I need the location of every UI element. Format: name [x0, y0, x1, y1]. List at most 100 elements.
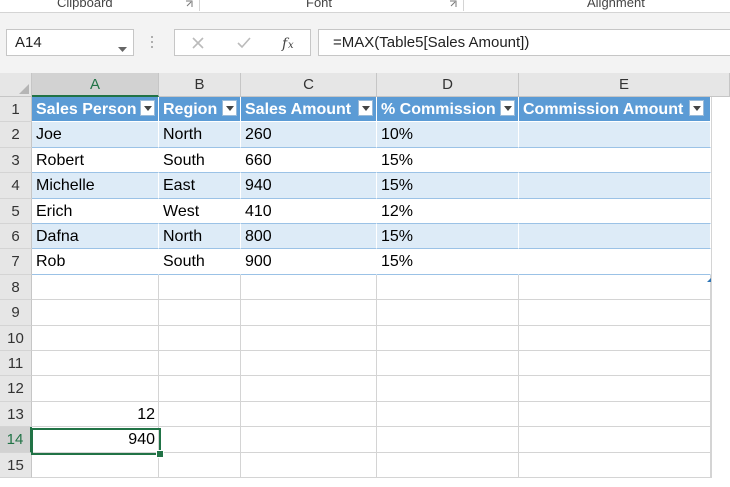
cell-e7[interactable]: [519, 249, 711, 275]
cell-d11[interactable]: [377, 351, 519, 377]
cell-a10[interactable]: [32, 325, 159, 351]
row-header-10[interactable]: 10: [0, 325, 32, 351]
cell-c15[interactable]: [241, 452, 377, 478]
cell-c8[interactable]: [241, 274, 377, 301]
table-header-cell[interactable]: Sales Amount: [241, 97, 377, 123]
cell-e3[interactable]: [519, 147, 711, 174]
cell-c9[interactable]: [241, 300, 377, 326]
cell-e6[interactable]: [519, 224, 711, 250]
cell-d12[interactable]: [377, 376, 519, 402]
cell-d3[interactable]: 15%: [377, 147, 519, 174]
cell-a7[interactable]: Rob: [32, 249, 159, 275]
column-header-c[interactable]: C: [241, 73, 377, 97]
cell-b14[interactable]: [159, 427, 241, 453]
formula-input[interactable]: =MAX(Table5[Sales Amount]): [318, 29, 730, 56]
formula-bar-grip-icon[interactable]: [150, 34, 154, 50]
row-header-5[interactable]: 5: [0, 198, 32, 224]
cell-e13[interactable]: [519, 401, 711, 428]
row-header-11[interactable]: 11: [0, 351, 32, 377]
cell-a8[interactable]: [32, 274, 159, 301]
cell-e11[interactable]: [519, 351, 711, 377]
check-icon[interactable]: [235, 34, 253, 52]
cell-d6[interactable]: 15%: [377, 224, 519, 250]
row-header-13[interactable]: 13: [0, 401, 32, 428]
cell-a9[interactable]: [32, 300, 159, 326]
cell-e12[interactable]: [519, 376, 711, 402]
row-header-7[interactable]: 7: [0, 249, 32, 275]
filter-dropdown-icon[interactable]: [358, 100, 373, 116]
row-header-8[interactable]: 8: [0, 274, 32, 301]
cell-b11[interactable]: [159, 351, 241, 377]
select-all-button[interactable]: [0, 73, 32, 97]
cell-c14[interactable]: [241, 427, 377, 453]
cell-d13[interactable]: [377, 401, 519, 428]
cell-c3[interactable]: 660: [241, 147, 377, 174]
cell-b4[interactable]: East: [159, 173, 241, 199]
row-header-1[interactable]: 1: [0, 97, 32, 123]
cell-a15[interactable]: [32, 452, 159, 478]
cell-b6[interactable]: North: [159, 224, 241, 250]
cell-b5[interactable]: West: [159, 198, 241, 224]
chevron-down-icon[interactable]: [118, 40, 127, 58]
cell-d2[interactable]: 10%: [377, 122, 519, 148]
row-header-12[interactable]: 12: [0, 376, 32, 402]
cell-a3[interactable]: Robert: [32, 147, 159, 174]
cell-b7[interactable]: South: [159, 249, 241, 275]
row-header-6[interactable]: 6: [0, 224, 32, 250]
filter-dropdown-icon[interactable]: [140, 100, 155, 116]
close-icon[interactable]: [189, 34, 207, 52]
worksheet-grid[interactable]: ABCDE 1 2 3 4 5 6 7 8 9 10 11 12 13 14 15 Sales Person…: [0, 73, 730, 487]
cell-d10[interactable]: [377, 325, 519, 351]
cell-b8[interactable]: [159, 274, 241, 301]
cell-d8[interactable]: [377, 274, 519, 301]
cell-b15[interactable]: [159, 452, 241, 478]
cell-d9[interactable]: [377, 300, 519, 326]
cell-d14[interactable]: [377, 427, 519, 453]
cell-b3[interactable]: South: [159, 147, 241, 174]
name-box[interactable]: A14: [6, 29, 134, 56]
filter-dropdown-icon[interactable]: [689, 100, 704, 116]
table-header-cell[interactable]: % Commission: [377, 97, 519, 123]
filter-dropdown-icon[interactable]: [500, 100, 515, 116]
cell-c4[interactable]: 940: [241, 173, 377, 199]
row-header-9[interactable]: 9: [0, 300, 32, 326]
cell-c11[interactable]: [241, 351, 377, 377]
table-header-cell[interactable]: Region: [159, 97, 241, 123]
cell-e15[interactable]: [519, 452, 711, 478]
cell-c7[interactable]: 900: [241, 249, 377, 275]
font-dialog-launcher-icon[interactable]: [449, 0, 457, 8]
table-resize-handle-icon[interactable]: [707, 269, 711, 282]
cell-b10[interactable]: [159, 325, 241, 351]
cell-a5[interactable]: Erich: [32, 198, 159, 224]
cell-c10[interactable]: [241, 325, 377, 351]
row-header-14[interactable]: 14: [0, 427, 32, 453]
cell-b9[interactable]: [159, 300, 241, 326]
cell-c12[interactable]: [241, 376, 377, 402]
row-header-4[interactable]: 4: [0, 173, 32, 199]
column-header-b[interactable]: B: [159, 73, 241, 97]
cell-e9[interactable]: [519, 300, 711, 326]
cell-c5[interactable]: 410: [241, 198, 377, 224]
column-header-e[interactable]: E: [519, 73, 730, 97]
cell-c13[interactable]: [241, 401, 377, 428]
cell-d7[interactable]: 15%: [377, 249, 519, 275]
cell-e5[interactable]: [519, 198, 711, 224]
fill-handle[interactable]: [156, 450, 164, 458]
row-header-15[interactable]: 15: [0, 452, 32, 478]
cell-e4[interactable]: [519, 173, 711, 199]
cell-b12[interactable]: [159, 376, 241, 402]
column-header-d[interactable]: D: [377, 73, 519, 97]
cell-a4[interactable]: Michelle: [32, 173, 159, 199]
cell-a2[interactable]: Joe: [32, 122, 159, 148]
row-header-3[interactable]: 3: [0, 147, 32, 174]
cell-d15[interactable]: [377, 452, 519, 478]
cell-d5[interactable]: 12%: [377, 198, 519, 224]
table-header-cell[interactable]: Sales Person: [32, 97, 159, 123]
filter-dropdown-icon[interactable]: [222, 100, 237, 116]
cell-c6[interactable]: 800: [241, 224, 377, 250]
cell-e8[interactable]: [519, 274, 711, 301]
cell-e10[interactable]: [519, 325, 711, 351]
column-header-a[interactable]: A: [32, 73, 159, 97]
row-header-2[interactable]: 2: [0, 122, 32, 148]
cell-a11[interactable]: [32, 351, 159, 377]
